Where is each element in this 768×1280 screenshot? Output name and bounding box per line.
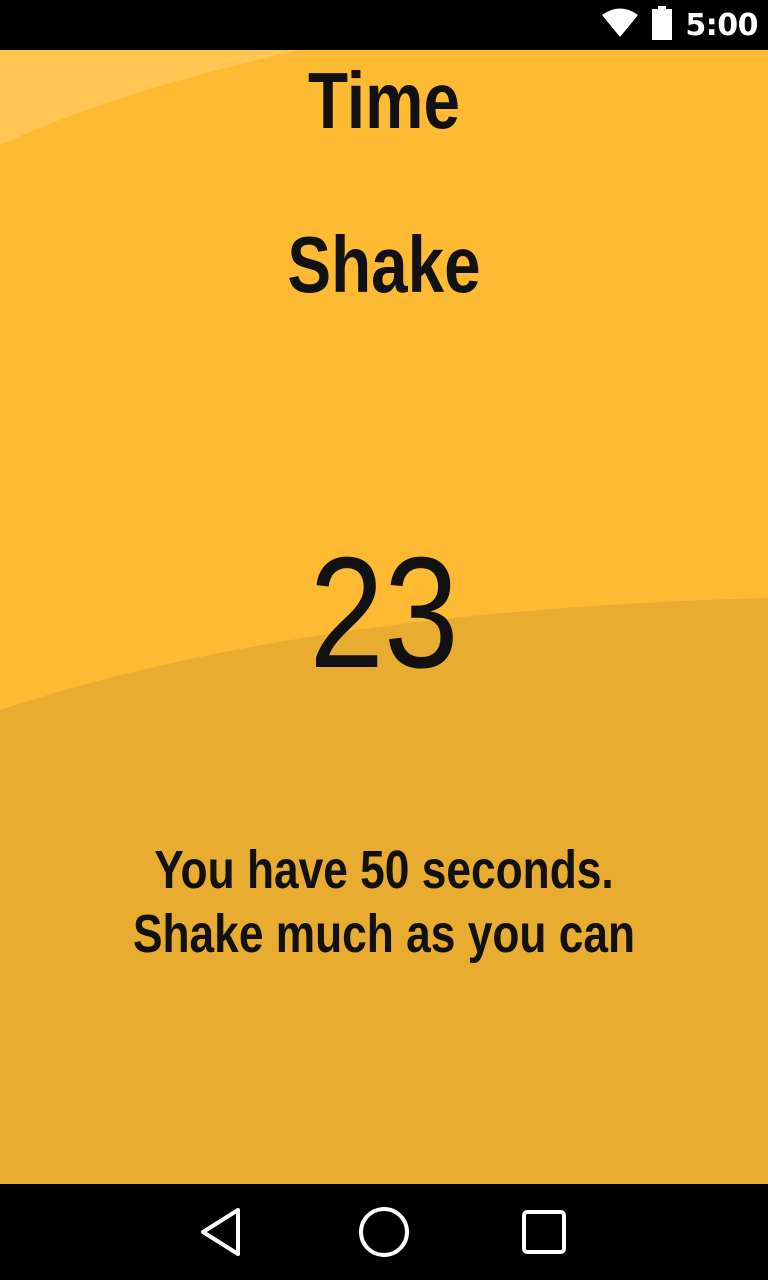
app-screen[interactable]: Time Shake 23 You have 50 seconds. Shake…: [0, 50, 768, 1184]
recents-icon: [522, 1210, 566, 1254]
back-icon: [201, 1208, 240, 1256]
status-clock: 5:00: [685, 7, 758, 43]
status-bar: 5:00: [0, 0, 768, 50]
wifi-icon: [601, 8, 639, 43]
home-button[interactable]: [348, 1196, 420, 1268]
status-icons: 5:00: [601, 0, 758, 50]
home-icon: [359, 1207, 409, 1257]
title-shake: Shake: [287, 220, 481, 309]
recents-button[interactable]: [508, 1196, 580, 1268]
shake-counter: 23: [309, 525, 459, 701]
battery-icon: [651, 5, 673, 45]
navigation-bar: [0, 1184, 768, 1280]
instructions-text: You have 50 seconds. Shake much as you c…: [69, 838, 699, 966]
instructions-line-2: Shake much as you can: [132, 904, 636, 964]
instructions-line-1: You have 50 seconds.: [154, 840, 614, 900]
title-time: Time: [308, 56, 460, 145]
back-button[interactable]: [186, 1196, 258, 1268]
